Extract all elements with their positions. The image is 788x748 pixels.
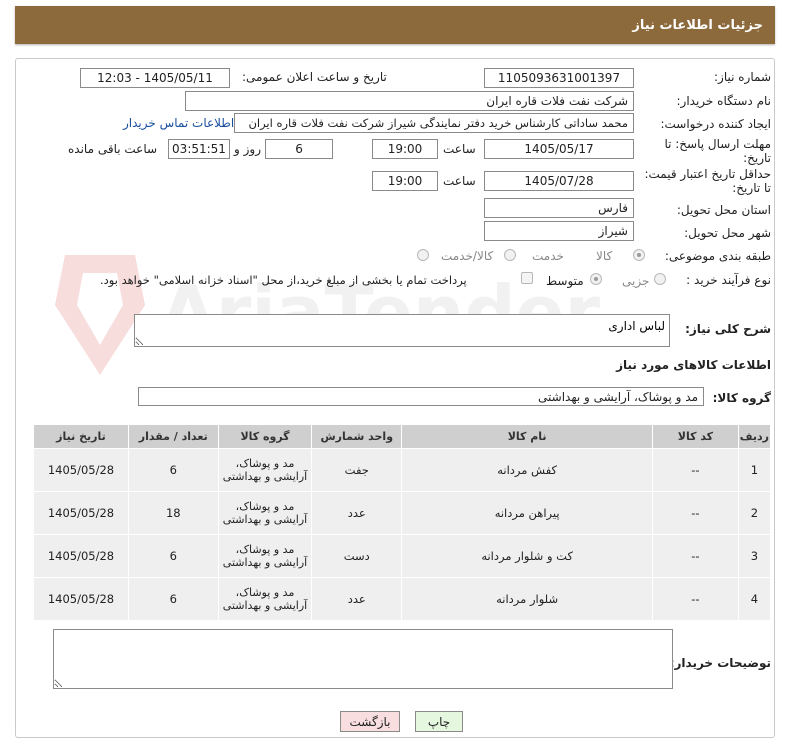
category-option-service: خدمت <box>532 249 564 263</box>
print-button[interactable]: چاپ <box>415 711 463 732</box>
cell-group: مد و پوشاک، آرایشی و بهداشتی <box>217 491 313 535</box>
buyer-org-label: نام دستگاه خریدار: <box>676 94 772 108</box>
cell-name: پیراهن مردانه <box>401 491 654 535</box>
deadline-date-field: 1405/05/17 <box>484 139 634 159</box>
city-field: شیراز <box>484 221 634 241</box>
buyer-org-field: شرکت نفت فلات قاره ایران <box>185 91 634 111</box>
payment-checkbox[interactable] <box>521 272 533 284</box>
category-label: طبقه بندی موضوعی: <box>664 249 771 263</box>
page-header-title: جزئیات اطلاعات نیاز <box>632 17 763 33</box>
need-number-field: 1105093631001397 <box>484 68 634 88</box>
goods-group-field: مد و پوشاک، آرایشی و بهداشتی <box>138 387 704 406</box>
description-textarea[interactable]: لباس اداری <box>134 314 670 347</box>
cell-name: کفش مردانه <box>401 448 654 492</box>
deadline-label: مهلت ارسال پاسخ: تا <box>664 137 771 151</box>
validity-label: حداقل تاریخ اعتبار قیمت: <box>644 167 771 181</box>
process-option-medium: متوسط <box>546 274 584 288</box>
col-index: ردیف <box>737 424 772 449</box>
category-option-goods: کالا <box>596 249 613 263</box>
category-radio-goods-service[interactable] <box>417 249 429 261</box>
category-radio-service[interactable] <box>504 249 516 261</box>
col-group: گروه کالا <box>217 424 313 449</box>
col-code: کد کالا <box>652 424 739 449</box>
col-unit: واحد شمارش <box>311 424 403 449</box>
cell-date: 1405/05/28 <box>33 534 129 578</box>
cell-group: مد و پوشاک، آرایشی و بهداشتی <box>217 577 313 621</box>
cell-unit: عدد <box>311 577 403 621</box>
cell-code: -- <box>652 534 739 578</box>
cell-date: 1405/05/28 <box>33 448 129 492</box>
contact-info-link[interactable]: اطلاعات تماس خریدار <box>123 116 234 130</box>
col-qty: تعداد / مقدار <box>127 424 219 449</box>
cell-qty: 18 <box>127 491 219 535</box>
cell-name: شلوار مردانه <box>401 577 654 621</box>
buyer-notes-label: توضیحات خریدار: <box>669 656 771 670</box>
cell-unit: دست <box>311 534 403 578</box>
table-row: 2 -- پیراهن مردانه عدد مد و پوشاک، آرایش… <box>33 491 772 535</box>
cell-name: کت و شلوار مردانه <box>401 534 654 578</box>
page-header: جزئیات اطلاعات نیاز <box>15 6 775 44</box>
need-number-label: شماره نیاز: <box>714 70 771 84</box>
announce-label: تاریخ و ساعت اعلان عمومی: <box>242 70 387 84</box>
table-row: 3 -- کت و شلوار مردانه دست مد و پوشاک، آ… <box>33 534 772 578</box>
cell-index: 3 <box>737 534 772 578</box>
back-button[interactable]: بازگشت <box>340 711 400 732</box>
cell-unit: عدد <box>311 491 403 535</box>
goods-section-title: اطلاعات کالاهای مورد نیاز <box>616 358 771 372</box>
city-label: شهر محل تحویل: <box>684 226 771 240</box>
cell-date: 1405/05/28 <box>33 577 129 621</box>
goods-group-label: گروه کالا: <box>712 391 771 405</box>
remaining-time-field: 03:51:51 <box>168 139 230 159</box>
goods-table-header: ردیف کد کالا نام کالا واحد شمارش گروه کا… <box>33 424 772 449</box>
days-label: روز و <box>234 142 261 156</box>
province-label: استان محل تحویل: <box>676 203 771 217</box>
creator-field: محمد ساداتی کارشناس خرید دفتر نمایندگی ش… <box>234 113 634 133</box>
description-label: شرح کلی نیاز: <box>685 322 771 336</box>
process-option-minor: جزیی <box>622 274 650 288</box>
process-radio-medium[interactable] <box>590 273 602 285</box>
cell-group: مد و پوشاک، آرایشی و بهداشتی <box>217 448 313 492</box>
cell-code: -- <box>652 448 739 492</box>
cell-index: 2 <box>737 491 772 535</box>
remaining-label: ساعت باقی مانده <box>68 142 158 156</box>
category-radio-goods[interactable] <box>633 249 645 261</box>
validity-time-label: ساعت <box>443 174 476 188</box>
announce-field: 1405/05/11 - 12:03 <box>80 68 230 88</box>
cell-qty: 6 <box>127 448 219 492</box>
deadline-label-2: تاریخ: <box>743 151 771 165</box>
process-radio-minor[interactable] <box>654 273 666 285</box>
validity-date-field: 1405/07/28 <box>484 171 634 191</box>
cell-code: -- <box>652 491 739 535</box>
col-name: نام کالا <box>401 424 654 449</box>
cell-index: 1 <box>737 448 772 492</box>
payment-note: پرداخت تمام یا بخشی از مبلغ خرید،از محل … <box>100 273 467 287</box>
validity-time-field: 19:00 <box>372 171 438 191</box>
deadline-time-field: 19:00 <box>372 139 438 159</box>
days-field: 6 <box>265 139 333 159</box>
buyer-notes-textarea[interactable] <box>53 629 673 689</box>
col-date: تاریخ نیاز <box>33 424 129 449</box>
cell-date: 1405/05/28 <box>33 491 129 535</box>
cell-unit: جفت <box>311 448 403 492</box>
cell-qty: 6 <box>127 534 219 578</box>
table-row: 1 -- کفش مردانه جفت مد و پوشاک، آرایشی و… <box>33 448 772 492</box>
province-field: فارس <box>484 198 634 218</box>
deadline-time-label: ساعت <box>443 142 476 156</box>
cell-qty: 6 <box>127 577 219 621</box>
process-label: نوع فرآیند خرید : <box>686 273 771 287</box>
validity-label-2: تا تاریخ: <box>732 181 771 195</box>
creator-label: ایجاد کننده درخواست: <box>660 117 771 131</box>
cell-group: مد و پوشاک، آرایشی و بهداشتی <box>217 534 313 578</box>
cell-index: 4 <box>737 577 772 621</box>
table-row: 4 -- شلوار مردانه عدد مد و پوشاک، آرایشی… <box>33 577 772 621</box>
cell-code: -- <box>652 577 739 621</box>
goods-table: ردیف کد کالا نام کالا واحد شمارش گروه کا… <box>33 424 772 621</box>
category-option-goods-service: کالا/خدمت <box>441 249 494 263</box>
